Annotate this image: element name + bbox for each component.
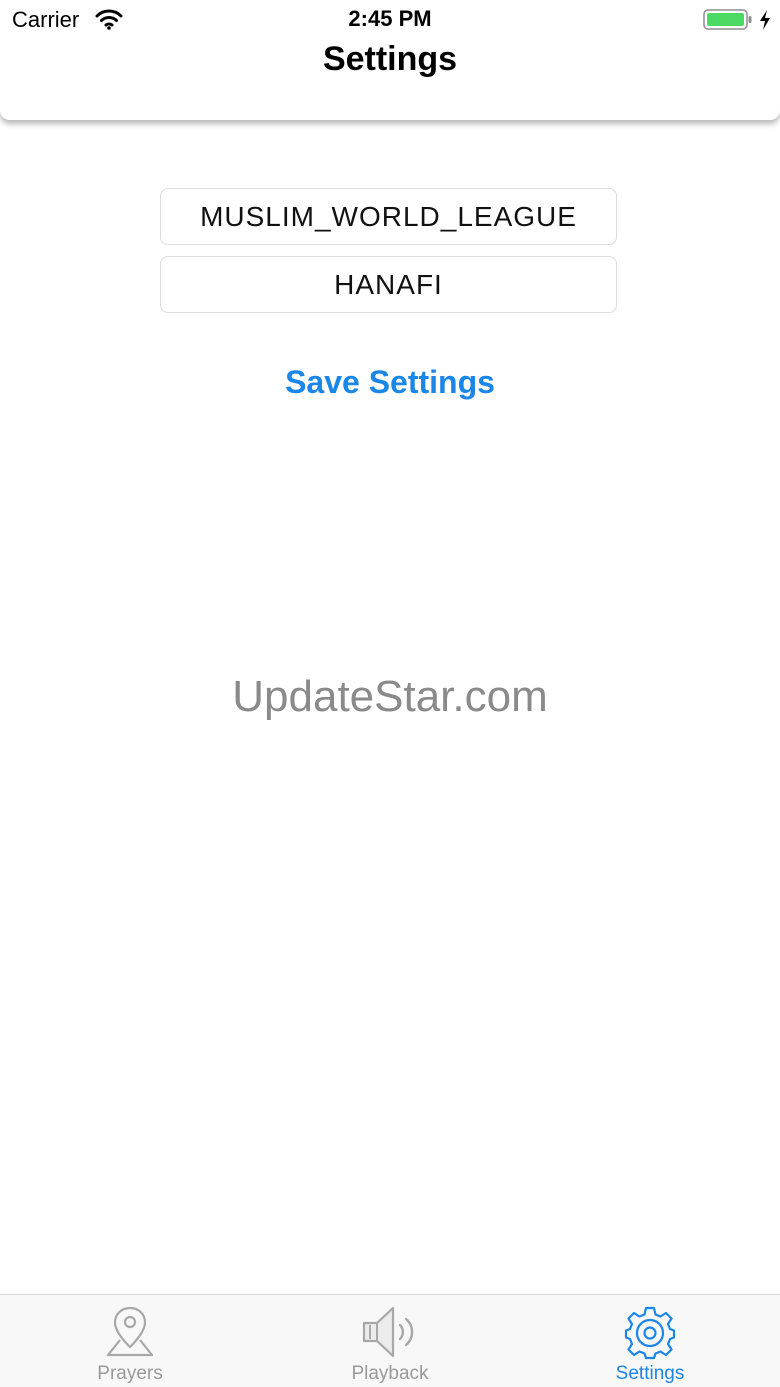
tab-prayers[interactable]: Prayers: [0, 1295, 260, 1387]
navigation-header: Carrier 2:45 PM Settings: [0, 0, 780, 120]
gear-icon: [622, 1303, 678, 1361]
tab-bar: Prayers Playback Settings: [0, 1294, 780, 1387]
tab-label-playback: Playback: [351, 1363, 429, 1384]
charging-bolt-icon: [758, 9, 772, 36]
watermark-text: UpdateStar.com: [232, 672, 548, 721]
calculation-method-field[interactable]: MUSLIM_WORLD_LEAGUE: [160, 188, 617, 245]
tab-playback[interactable]: Playback: [260, 1295, 520, 1387]
tab-settings[interactable]: Settings: [520, 1295, 780, 1387]
page-title: Settings: [322, 40, 458, 78]
save-settings-button[interactable]: Save Settings: [0, 364, 780, 401]
madhab-field[interactable]: HANAFI: [160, 256, 617, 313]
settings-screen: Carrier 2:45 PM Settings MUSLIM_WORLD_LE…: [0, 0, 780, 1387]
battery-icon: [703, 9, 753, 36]
status-time: 2:45 PM: [348, 6, 432, 31]
tab-label-prayers: Prayers: [97, 1363, 163, 1384]
map-pin-icon: [102, 1303, 158, 1361]
speaker-icon: [360, 1303, 420, 1361]
tab-label-settings: Settings: [615, 1363, 685, 1384]
